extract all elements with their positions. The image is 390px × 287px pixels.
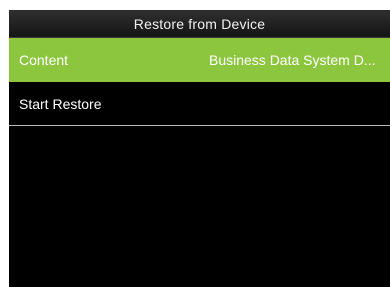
menu-item-start-restore[interactable]: Start Restore bbox=[9, 82, 390, 126]
page-title: Restore from Device bbox=[9, 10, 390, 38]
menu-item-value: Business Data System D... bbox=[209, 52, 376, 68]
menu-item-content[interactable]: Content Business Data System D... bbox=[9, 38, 390, 82]
menu-item-label: Content bbox=[19, 52, 69, 68]
menu-item-label: Start Restore bbox=[19, 96, 102, 112]
device-screen: Restore from Device Content Business Dat… bbox=[9, 10, 390, 287]
